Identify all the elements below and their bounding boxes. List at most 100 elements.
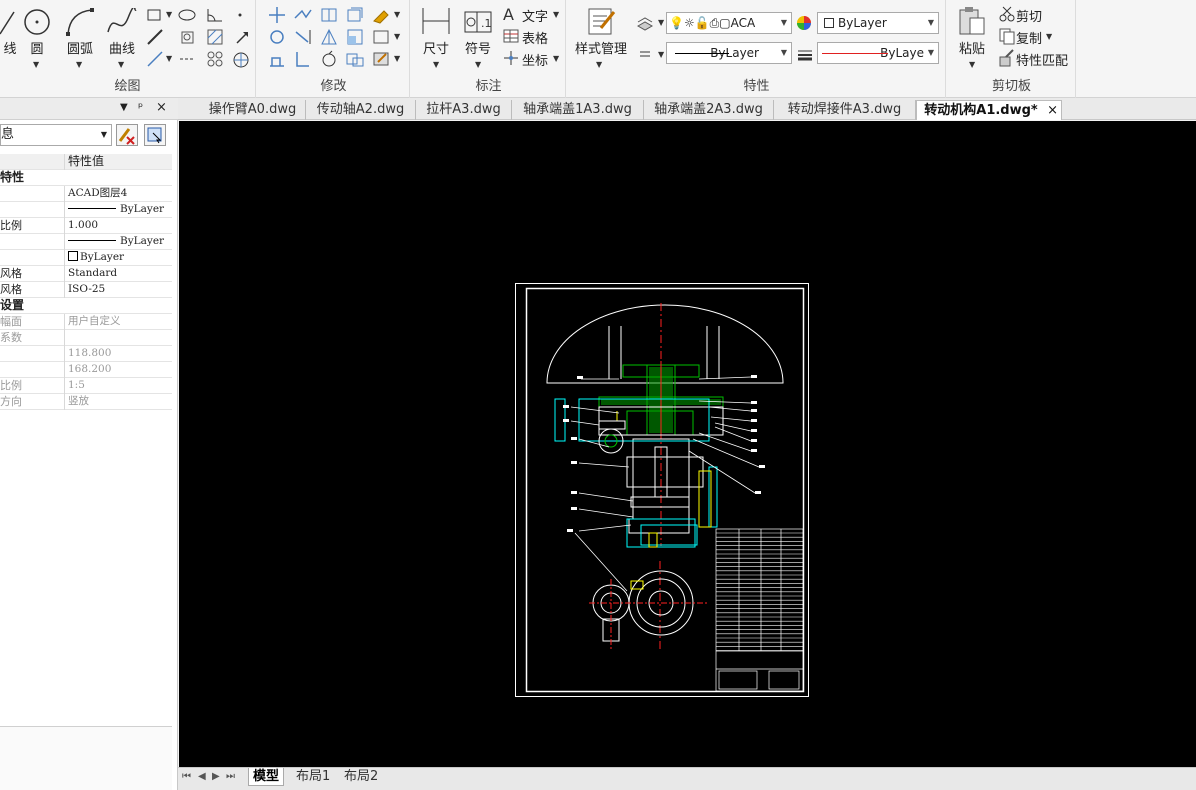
property-value[interactable]: 1:5 <box>64 378 172 394</box>
lineweight-icon[interactable] <box>796 46 814 64</box>
curve-button[interactable]: 曲线 <box>104 8 140 57</box>
property-value[interactable]: 118.800 <box>64 346 172 362</box>
close-icon[interactable]: × <box>1047 101 1058 120</box>
chevron-down-icon[interactable]: ▼ <box>1046 32 1052 41</box>
tab-layout2[interactable]: 布局2 <box>344 768 378 786</box>
property-row[interactable]: 风格 Standard <box>0 266 172 282</box>
property-row[interactable]: ACAD图层4 <box>0 186 172 202</box>
style-manager-button[interactable]: 样式管理 <box>572 6 630 57</box>
chevron-down-icon[interactable]: ▼ <box>118 60 124 69</box>
edit-icon[interactable] <box>372 50 390 68</box>
construction-line-icon[interactable] <box>146 50 164 68</box>
property-row[interactable]: 方向 竖放 <box>0 394 172 410</box>
move-icon[interactable] <box>268 6 286 24</box>
chevron-down-icon[interactable]: ▼ <box>553 10 559 19</box>
mirror-icon[interactable] <box>320 6 338 24</box>
tab-doc-2[interactable]: 拉杆A3.dwg <box>416 100 512 120</box>
property-value[interactable]: 168.200 <box>64 362 172 378</box>
tab-doc-0[interactable]: 操作臂A0.dwg <box>200 100 306 120</box>
chevron-down-icon[interactable]: ▼ <box>394 54 400 63</box>
property-value[interactable]: 用户自定义 <box>64 314 172 330</box>
prev-layout-icon[interactable]: ◀ <box>198 771 206 782</box>
polygon-icon[interactable] <box>178 28 196 46</box>
chevron-down-icon[interactable]: ▼ <box>394 32 400 41</box>
chevron-down-icon[interactable]: ▼ <box>33 60 39 69</box>
tab-doc-1[interactable]: 传动轴A2.dwg <box>306 100 416 120</box>
property-row[interactable]: 系数 <box>0 330 172 346</box>
property-row[interactable]: 幅面 用户自定义 <box>0 314 172 330</box>
property-value[interactable]: ISO-25 <box>64 282 172 298</box>
color-dropdown[interactable]: ByLayer ▼ <box>817 12 939 34</box>
layer-manager-icon[interactable] <box>636 14 654 32</box>
linetype-dropdown[interactable]: ByLayer ▼ <box>666 42 792 64</box>
quick-select-button[interactable] <box>144 124 166 146</box>
property-value[interactable]: ByLayer <box>64 234 172 250</box>
property-row[interactable]: ByLayer <box>0 202 172 218</box>
first-layout-icon[interactable]: ⏮ <box>182 771 191 782</box>
property-row[interactable]: 风格 ISO-25 <box>0 282 172 298</box>
array-icon[interactable] <box>206 50 224 68</box>
toggle-pickadd-button[interactable] <box>116 124 138 146</box>
scale-icon[interactable] <box>346 28 364 46</box>
chevron-down-icon[interactable]: ▼ <box>394 10 400 19</box>
explode-icon[interactable] <box>346 50 364 68</box>
property-row[interactable]: 比例 1.000 <box>0 218 172 234</box>
rectangle-icon[interactable] <box>146 6 164 24</box>
pencil-icon[interactable] <box>146 28 164 46</box>
chevron-down-icon[interactable]: ▼ <box>596 60 602 69</box>
property-section[interactable]: 特性 <box>0 170 172 186</box>
eraser-icon[interactable] <box>372 6 390 24</box>
property-value[interactable]: Standard <box>64 266 172 282</box>
tab-model[interactable]: 模型 <box>248 768 285 786</box>
text-label[interactable]: 文字 <box>522 6 548 25</box>
hatch-icon[interactable] <box>206 28 224 46</box>
point-icon[interactable] <box>234 6 252 24</box>
text-icon[interactable]: A <box>502 5 520 23</box>
layer-dropdown[interactable]: 💡☼🔓⎙▢ACA ▼ <box>666 12 792 34</box>
chevron-down-icon[interactable]: ▼ <box>433 60 439 69</box>
cut-label[interactable]: 剪切 <box>1016 6 1042 25</box>
dash-line-icon[interactable] <box>178 50 196 68</box>
angle-icon[interactable] <box>206 6 224 24</box>
color-wheel-icon[interactable] <box>796 15 814 33</box>
chevron-down-icon[interactable]: ▼ <box>76 60 82 69</box>
coord-label[interactable]: 坐标 <box>522 50 548 69</box>
globe-icon[interactable] <box>232 50 250 68</box>
copy-rect-icon[interactable] <box>346 6 364 24</box>
property-row[interactable]: ByLayer <box>0 234 172 250</box>
chevron-down-icon[interactable]: ▼ <box>475 60 481 69</box>
fillet-icon[interactable] <box>320 50 338 68</box>
pin-icon[interactable]: ᵖ <box>138 100 143 114</box>
property-row[interactable]: 118.800 <box>0 346 172 362</box>
property-value[interactable]: ByLayer <box>64 202 172 218</box>
tab-doc-active[interactable]: 转动机构A1.dwg* × <box>916 100 1062 120</box>
table-icon[interactable] <box>502 27 520 45</box>
trim-icon[interactable] <box>294 6 312 24</box>
extend-icon[interactable] <box>294 28 312 46</box>
copy-icon[interactable] <box>998 27 1016 45</box>
copy-label[interactable]: 复制 <box>1016 28 1042 47</box>
tab-layout1[interactable]: 布局1 <box>296 768 330 786</box>
last-layout-icon[interactable]: ⏭ <box>226 771 235 782</box>
chevron-down-icon[interactable]: ▼ <box>120 102 128 113</box>
break-icon[interactable] <box>294 50 312 68</box>
offset-icon[interactable] <box>320 28 338 46</box>
next-layout-icon[interactable]: ▶ <box>212 771 220 782</box>
property-value[interactable]: 竖放 <box>64 394 172 410</box>
line-button[interactable]: 线 <box>0 8 20 57</box>
arrow-icon[interactable] <box>234 28 252 46</box>
dimension-button[interactable]: 尺寸 <box>418 6 454 57</box>
drawing-canvas[interactable] <box>179 121 1196 767</box>
chevron-down-icon[interactable]: ▼ <box>166 10 172 19</box>
symbol-button[interactable]: .1 符号 <box>460 6 496 57</box>
property-value[interactable]: ACAD图层4 <box>64 186 172 202</box>
chevron-down-icon[interactable]: ▼ <box>658 18 664 27</box>
chevron-down-icon[interactable]: ▼ <box>658 50 664 59</box>
property-value[interactable] <box>64 330 172 346</box>
scissors-icon[interactable] <box>998 5 1016 23</box>
lineweight-dropdown[interactable]: ByLaye ▼ <box>817 42 939 64</box>
property-row[interactable]: 比例 1:5 <box>0 378 172 394</box>
close-icon[interactable]: × <box>156 100 167 115</box>
ellipse-icon[interactable] <box>178 6 196 24</box>
property-value[interactable]: 1.000 <box>64 218 172 234</box>
